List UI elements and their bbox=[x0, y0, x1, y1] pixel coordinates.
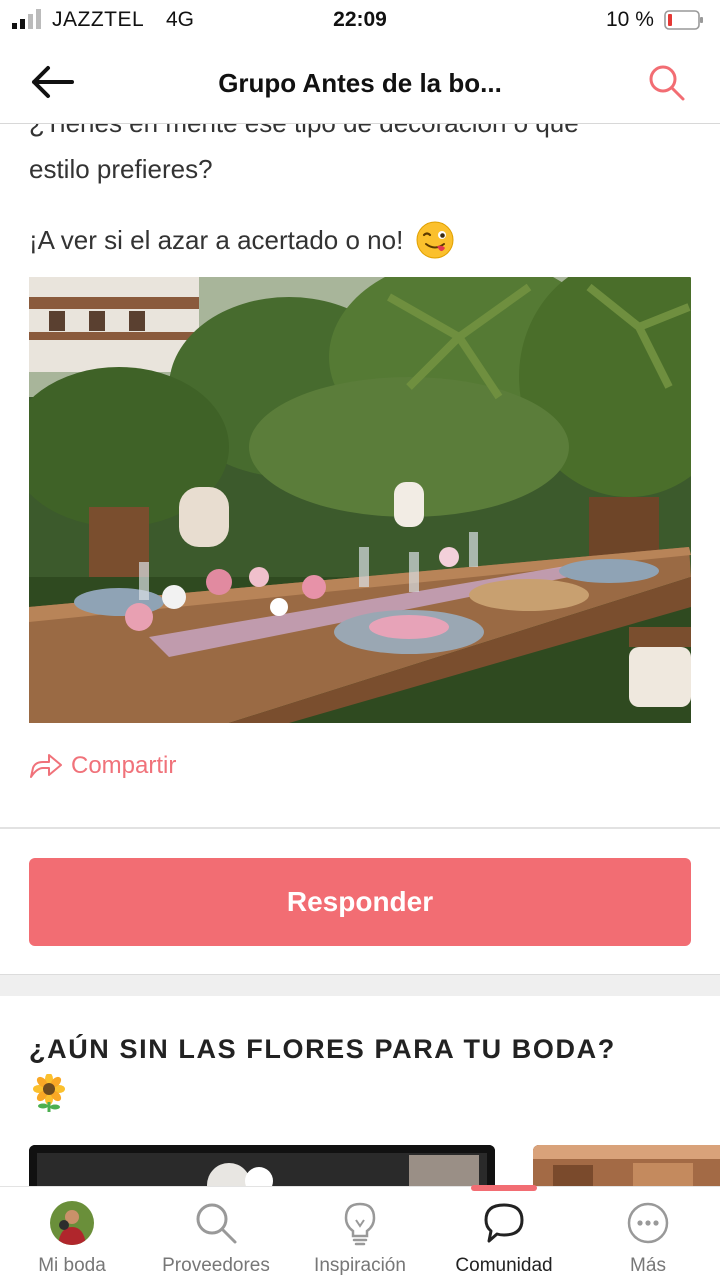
more-dots-icon bbox=[627, 1202, 669, 1244]
bottom-tab-bar: Mi boda Proveedores Inspiración Comunida… bbox=[0, 1185, 720, 1280]
post-content: ¿Tienes en mente ese tipo de decoración … bbox=[0, 124, 720, 1186]
tab-label: Proveedores bbox=[162, 1255, 270, 1276]
sunflower-emoji bbox=[33, 1074, 65, 1112]
arrow-left-icon bbox=[32, 66, 74, 98]
section-separator bbox=[0, 974, 720, 996]
back-button[interactable] bbox=[24, 58, 80, 106]
tab-label: Mi boda bbox=[38, 1255, 106, 1276]
battery-percentage: 10 % bbox=[606, 8, 654, 31]
tab-mas[interactable]: Más bbox=[576, 1187, 720, 1280]
search-icon bbox=[196, 1203, 237, 1244]
post-text-clipped: ¿Tienes en mente ese tipo de decoración … bbox=[29, 124, 579, 139]
post-text-line: estilo prefieres? bbox=[29, 154, 213, 184]
post-text-paragraph: ¡A ver si el azar a acertado o no! bbox=[29, 220, 455, 260]
post-text-line: ¡A ver si el azar a acertado o no! bbox=[29, 224, 404, 255]
tab-label: Inspiración bbox=[314, 1255, 406, 1276]
promo-card[interactable] bbox=[29, 1145, 495, 1186]
battery-icon bbox=[664, 10, 703, 30]
promo-card-image bbox=[533, 1145, 720, 1186]
promo-title: ¿AÚN SIN LAS FLORES PARA TU BODA? bbox=[29, 1034, 616, 1064]
search-button[interactable] bbox=[640, 58, 692, 106]
tab-label: Más bbox=[630, 1255, 666, 1276]
promo-card[interactable] bbox=[533, 1145, 720, 1186]
tab-mi-boda[interactable]: Mi boda bbox=[0, 1187, 144, 1280]
tab-inspiracion[interactable]: Inspiración bbox=[288, 1187, 432, 1280]
app-header: Grupo Antes de la bo... bbox=[0, 40, 720, 124]
promo-card-image bbox=[29, 1145, 495, 1186]
status-bar: JAZZTEL 4G 22:09 10 % bbox=[0, 0, 720, 40]
reply-button[interactable]: Responder bbox=[29, 858, 691, 946]
divider bbox=[0, 827, 720, 829]
chat-bubble-icon bbox=[484, 1203, 524, 1243]
page-title: Grupo Antes de la bo... bbox=[218, 68, 502, 98]
share-button[interactable]: Compartir bbox=[29, 752, 176, 780]
avatar bbox=[50, 1201, 94, 1245]
post-photo[interactable] bbox=[29, 277, 691, 723]
share-label: Compartir bbox=[71, 752, 177, 779]
search-icon bbox=[649, 65, 685, 101]
tab-proveedores[interactable]: Proveedores bbox=[144, 1187, 288, 1280]
tab-comunidad[interactable]: Comunidad bbox=[432, 1187, 576, 1280]
tab-label: Comunidad bbox=[455, 1255, 553, 1276]
winking-tongue-emoji bbox=[416, 221, 454, 259]
lightbulb-icon bbox=[344, 1202, 376, 1246]
wedding-table-photo bbox=[29, 277, 691, 723]
share-arrow-icon bbox=[30, 754, 62, 778]
